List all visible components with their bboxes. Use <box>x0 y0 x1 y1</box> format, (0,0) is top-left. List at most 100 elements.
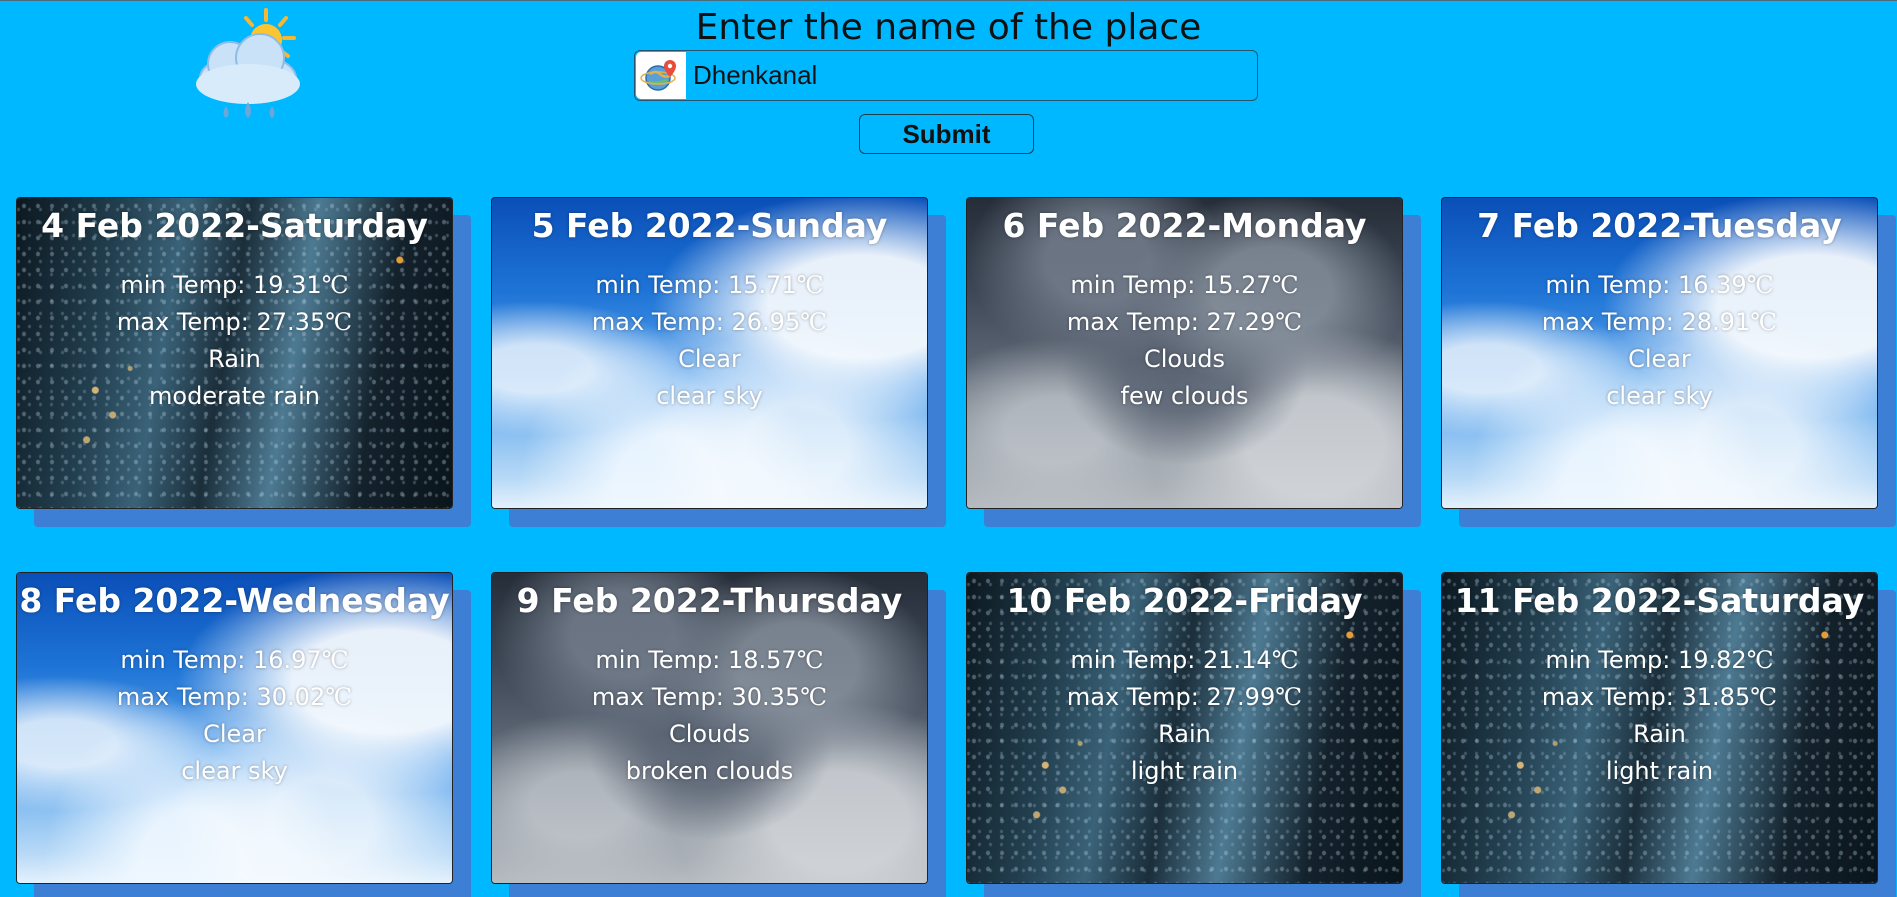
temp-unit: ℃ <box>796 271 824 299</box>
min-temp-label: min Temp: <box>120 271 253 299</box>
forecast-date-text: 10 Feb 2022-Friday <box>1006 581 1363 620</box>
temp-unit: ℃ <box>800 308 828 336</box>
place-search-input[interactable] <box>689 51 1253 100</box>
weather-description: clear sky <box>17 753 452 790</box>
min-temp-label: min Temp: <box>120 646 253 674</box>
forecast-card-content: 9 Feb 2022-Thursday min Temp: 18.57℃ max T… <box>492 581 927 790</box>
weather-main-text: Clear <box>678 345 741 373</box>
weather-description-text: broken clouds <box>625 757 794 785</box>
temp-unit: ℃ <box>796 646 824 674</box>
temp-unit: ℃ <box>1746 271 1774 299</box>
submit-button[interactable]: Submit <box>859 114 1034 154</box>
forecast-card-content: 8 Feb 2022-Wednesday min Temp: 16.97℃ max … <box>17 581 452 790</box>
temp-unit: ℃ <box>1750 683 1778 711</box>
max-temp-value: 27.99 <box>1206 683 1276 711</box>
max-temp-value: 31.85 <box>1681 683 1751 711</box>
max-temp: max Temp: 28.91℃ <box>1442 304 1877 341</box>
forecast-card: 9 Feb 2022-Thursday min Temp: 18.57℃ max T… <box>491 572 928 884</box>
min-temp: min Temp: 15.71℃ <box>492 267 927 304</box>
min-temp-value: 18.57 <box>727 646 797 674</box>
forecast-date-text: 5 Feb 2022-Sunday <box>531 206 888 245</box>
weather-main-text: Clear <box>1628 345 1691 373</box>
weather-main: Clouds <box>492 716 927 753</box>
max-temp: max Temp: 31.85℃ <box>1442 679 1877 716</box>
weather-main-text: Clouds <box>1143 345 1226 373</box>
weather-main: Rain <box>967 716 1402 753</box>
min-temp-label: min Temp: <box>595 646 728 674</box>
forecast-card-content: 11 Feb 2022-Saturday min Temp: 19.82℃ max … <box>1442 581 1877 790</box>
weather-description-text: moderate rain <box>149 382 320 410</box>
min-temp-label: min Temp: <box>1545 271 1678 299</box>
forecast-card: 6 Feb 2022-Monday min Temp: 15.27℃ max Tem… <box>966 197 1403 509</box>
forecast-card: 11 Feb 2022-Saturday min Temp: 19.82℃ max … <box>1441 572 1878 884</box>
forecast-date: 9 Feb 2022-Thursday <box>492 581 927 621</box>
min-temp: min Temp: 18.57℃ <box>492 642 927 679</box>
min-temp: min Temp: 19.31℃ <box>17 267 452 304</box>
max-temp-value: 28.91 <box>1681 308 1751 336</box>
min-temp-label: min Temp: <box>595 271 728 299</box>
max-temp-label: max Temp: <box>1541 683 1682 711</box>
min-temp-value: 16.39 <box>1677 271 1747 299</box>
forecast-date-text: 6 Feb 2022-Monday <box>1002 206 1367 245</box>
max-temp-label: max Temp: <box>591 683 732 711</box>
max-temp-label: max Temp: <box>1541 308 1682 336</box>
max-temp: max Temp: 30.35℃ <box>492 679 927 716</box>
weather-main-text: Clouds <box>668 720 751 748</box>
temp-unit: ℃ <box>1275 308 1303 336</box>
min-temp-value: 15.27 <box>1202 271 1272 299</box>
min-temp-value: 15.71 <box>727 271 797 299</box>
max-temp-value: 27.29 <box>1206 308 1276 336</box>
forecast-date: 7 Feb 2022-Tuesday <box>1442 206 1877 246</box>
weather-main-text: Rain <box>1158 720 1211 748</box>
forecast-card-content: 5 Feb 2022-Sunday min Temp: 15.71℃ max Tem… <box>492 206 927 415</box>
max-temp-value: 30.35 <box>731 683 801 711</box>
min-temp: min Temp: 21.14℃ <box>967 642 1402 679</box>
max-temp-label: max Temp: <box>116 683 257 711</box>
weather-main: Rain <box>1442 716 1877 753</box>
min-temp-label: min Temp: <box>1545 646 1678 674</box>
forecast-date-text: 11 Feb 2022-Saturday <box>1454 581 1865 620</box>
weather-description-text: light rain <box>1130 757 1239 785</box>
weather-main: Clear <box>492 341 927 378</box>
forecast-date: 6 Feb 2022-Monday <box>967 206 1402 246</box>
weather-description: broken clouds <box>492 753 927 790</box>
max-temp: max Temp: 30.02℃ <box>17 679 452 716</box>
weather-main-text: Rain <box>208 345 261 373</box>
max-temp-label: max Temp: <box>1066 683 1207 711</box>
min-temp-value: 19.31 <box>252 271 322 299</box>
forecast-date: 8 Feb 2022-Wednesday <box>17 581 452 621</box>
max-temp: max Temp: 26.95℃ <box>492 304 927 341</box>
place-search-box[interactable] <box>634 50 1258 101</box>
weather-main-text: Clear <box>203 720 266 748</box>
forecast-date-text: 9 Feb 2022-Thursday <box>516 581 903 620</box>
temp-unit: ℃ <box>325 683 353 711</box>
temp-unit: ℃ <box>800 683 828 711</box>
weather-description: few clouds <box>967 378 1402 415</box>
forecast-card-content: 6 Feb 2022-Monday min Temp: 15.27℃ max Tem… <box>967 206 1402 415</box>
forecast-date-text: 7 Feb 2022-Tuesday <box>1477 206 1842 245</box>
max-temp-value: 26.95 <box>731 308 801 336</box>
forecast-card: 10 Feb 2022-Friday min Temp: 21.14℃ max Te… <box>966 572 1403 884</box>
forecast-card-content: 10 Feb 2022-Friday min Temp: 21.14℃ max Te… <box>967 581 1402 790</box>
forecast-card: 8 Feb 2022-Wednesday min Temp: 16.97℃ max … <box>16 572 453 884</box>
weather-main-text: Rain <box>1633 720 1686 748</box>
max-temp: max Temp: 27.29℃ <box>967 304 1402 341</box>
min-temp: min Temp: 16.97℃ <box>17 642 452 679</box>
weather-description: light rain <box>1442 753 1877 790</box>
temp-unit: ℃ <box>1750 308 1778 336</box>
forecast-card: 7 Feb 2022-Tuesday min Temp: 16.39℃ max Te… <box>1441 197 1878 509</box>
min-temp: min Temp: 19.82℃ <box>1442 642 1877 679</box>
temp-unit: ℃ <box>1746 646 1774 674</box>
forecast-date: 10 Feb 2022-Friday <box>967 581 1402 621</box>
forecast-date-text: 4 Feb 2022-Saturday <box>41 206 428 245</box>
temp-unit: ℃ <box>1271 646 1299 674</box>
weather-description: clear sky <box>1442 378 1877 415</box>
weather-description-text: light rain <box>1605 757 1714 785</box>
top-border <box>0 0 1897 1</box>
min-temp-label: min Temp: <box>1070 646 1203 674</box>
min-temp-value: 16.97 <box>252 646 322 674</box>
forecast-card: 5 Feb 2022-Sunday min Temp: 15.71℃ max Tem… <box>491 197 928 509</box>
temp-unit: ℃ <box>325 308 353 336</box>
weather-description-text: clear sky <box>656 382 763 410</box>
max-temp-value: 27.35 <box>256 308 326 336</box>
